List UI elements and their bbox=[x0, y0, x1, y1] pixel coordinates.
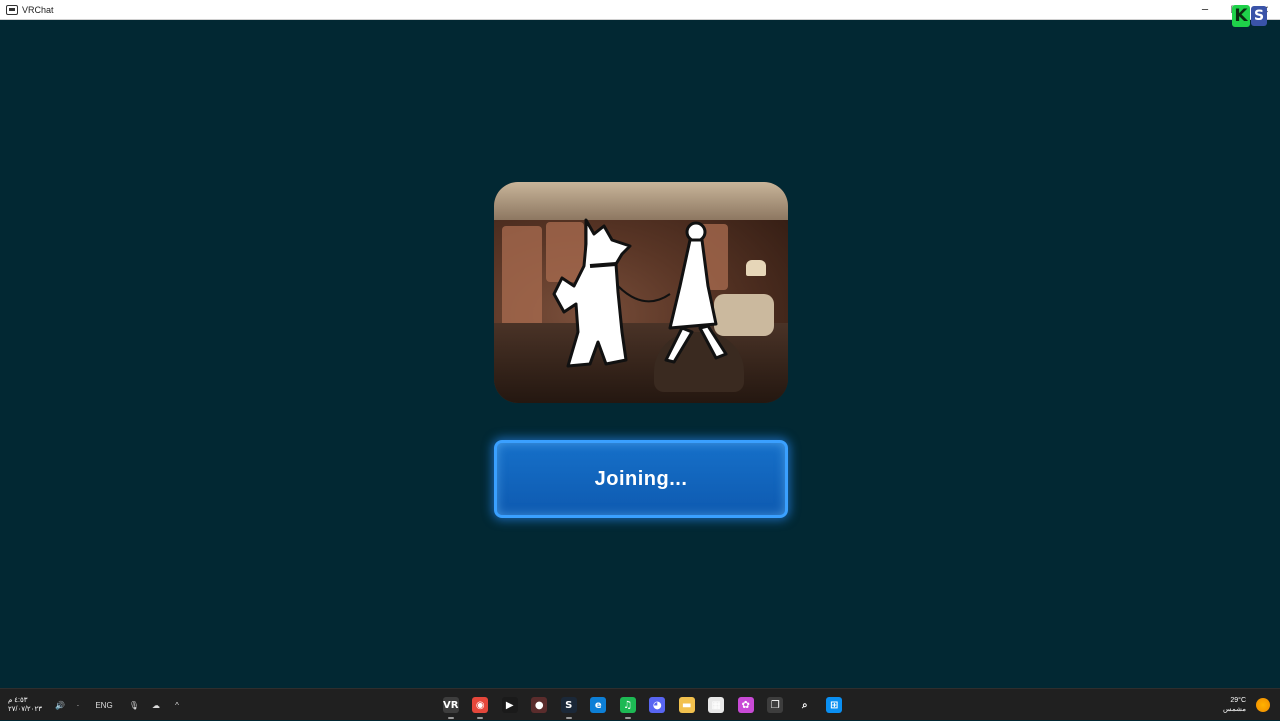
copilot-icon: ✿ bbox=[737, 697, 754, 713]
microphone-icon[interactable]: 🎙 bbox=[124, 689, 144, 721]
running-indicator bbox=[477, 717, 484, 719]
window-title-bar: VRChat ─ ☐ ✕ bbox=[0, 0, 1280, 20]
taskbar-app-start[interactable]: ⊞ bbox=[820, 689, 850, 721]
onedrive-cloud-icon[interactable]: ☁ bbox=[144, 689, 168, 721]
taskbar-app-edge[interactable]: e bbox=[584, 689, 614, 721]
brand-logo-k: K bbox=[1232, 5, 1250, 27]
running-indicator bbox=[447, 717, 454, 719]
language-indicator[interactable]: ENG bbox=[84, 689, 124, 721]
clock-date: ٢٧/٠٧/٢٠٢٣ bbox=[8, 706, 42, 713]
weather-condition: مشمس bbox=[1223, 706, 1246, 713]
brand-logo-s: S bbox=[1251, 6, 1267, 26]
taskbar-app-play[interactable]: ▶ bbox=[495, 689, 525, 721]
tray-chevron-icon[interactable]: ^ bbox=[168, 689, 186, 721]
taskbar-app-task-view[interactable]: ❐ bbox=[761, 689, 791, 721]
taskbar-app-search[interactable]: ⌕ bbox=[790, 689, 820, 721]
taskbar-app-chrome[interactable]: ◉ bbox=[466, 689, 496, 721]
explorer-icon: ▬ bbox=[678, 697, 695, 713]
dog-mascot bbox=[552, 218, 632, 368]
joining-label: Joining... bbox=[594, 467, 688, 490]
taskbar: ٤:٥٣ م ٢٧/٠٧/٢٠٢٣ 🔊 · ENG 🎙 ☁ ^ VR ◉ ▶ ● Se ♫… bbox=[0, 688, 1280, 720]
edge-icon: e bbox=[590, 697, 607, 713]
human-figure bbox=[664, 221, 728, 364]
taskbar-app-discord[interactable]: ◕ bbox=[643, 689, 673, 721]
volume-icon[interactable]: 🔊 bbox=[48, 689, 72, 721]
overlay-brand-logo: K S bbox=[1232, 4, 1268, 28]
task-view-icon: ❐ bbox=[767, 697, 784, 713]
taskbar-app-obs[interactable]: ● bbox=[525, 689, 555, 721]
system-tray: ٤:٥٣ م ٢٧/٠٧/٢٠٢٣ 🔊 · ENG 🎙 ☁ ^ bbox=[8, 689, 186, 721]
dog-and-figure-illustration bbox=[552, 218, 728, 368]
weather-temp: 29°C bbox=[1230, 697, 1246, 704]
taskbar-weather[interactable]: 29°C مشمس bbox=[1223, 689, 1270, 721]
joining-status-button[interactable]: Joining... bbox=[494, 440, 788, 518]
taskbar-app-store[interactable]: ▦ bbox=[702, 689, 732, 721]
taskbar-app-explorer[interactable]: ▬ bbox=[672, 689, 702, 721]
play-icon: ▶ bbox=[501, 697, 518, 713]
taskbar-app-copilot[interactable]: ✿ bbox=[731, 689, 761, 721]
network-dot-icon: · bbox=[76, 700, 80, 710]
vrchat-icon: VR bbox=[442, 697, 459, 713]
steam-icon: S bbox=[560, 697, 577, 713]
window-title: VRChat bbox=[22, 4, 54, 15]
minimize-button[interactable]: ─ bbox=[1190, 0, 1220, 20]
vrchat-app-icon bbox=[6, 4, 18, 15]
start-icon: ⊞ bbox=[826, 697, 843, 713]
taskbar-app-spotify[interactable]: ♫ bbox=[613, 689, 643, 721]
world-thumbnail bbox=[494, 182, 788, 403]
store-icon: ▦ bbox=[708, 697, 725, 713]
chrome-icon: ◉ bbox=[472, 697, 489, 713]
running-indicator bbox=[565, 717, 572, 719]
discord-icon: ◕ bbox=[649, 697, 666, 713]
leash bbox=[617, 285, 671, 303]
obs-icon: ● bbox=[531, 697, 548, 713]
sun-icon bbox=[1256, 698, 1270, 712]
weather-text: 29°C مشمس bbox=[1223, 696, 1246, 714]
running-indicator bbox=[624, 717, 631, 719]
search-icon: ⌕ bbox=[796, 697, 813, 713]
taskbar-clock[interactable]: ٤:٥٣ م ٢٧/٠٧/٢٠٢٣ bbox=[8, 696, 48, 714]
spotify-icon: ♫ bbox=[619, 697, 636, 713]
clock-time: ٤:٥٣ م bbox=[8, 697, 28, 704]
taskbar-app-vrchat[interactable]: VR bbox=[436, 689, 466, 721]
taskbar-app-steam[interactable]: S bbox=[554, 689, 584, 721]
taskbar-apps: VR ◉ ▶ ● Se ♫ ◕ ▬ ▦ ✿ ❐ ⌕ ⊞ bbox=[436, 689, 849, 721]
